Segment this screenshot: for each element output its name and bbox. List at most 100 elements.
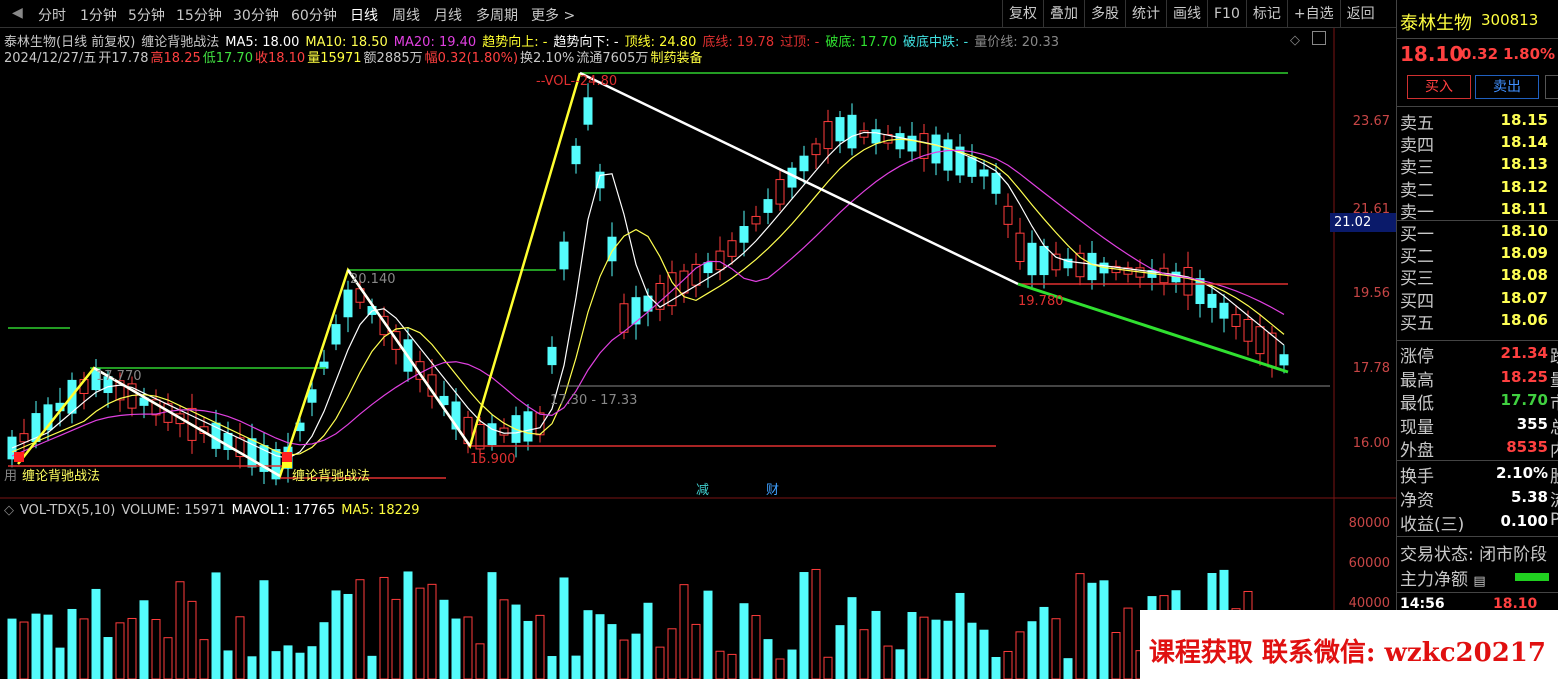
bid-row[interactable]: 买二 18.09: [1400, 242, 1558, 267]
back-button[interactable]: 返回: [1339, 0, 1381, 28]
volume-bar: [583, 610, 593, 679]
volume-bar: [259, 580, 269, 679]
ask-row[interactable]: 卖三 18.13: [1400, 153, 1558, 178]
period-multi[interactable]: 多周期: [476, 5, 518, 25]
break-mid-value: 破底中跌: -: [903, 35, 969, 50]
volume-bar: [607, 624, 617, 679]
trade-more-button[interactable]: [1545, 75, 1558, 99]
stats-button[interactable]: 统计: [1125, 0, 1166, 28]
sell-button[interactable]: 卖出: [1475, 75, 1539, 99]
bid-row[interactable]: 买一 18.10: [1400, 220, 1558, 245]
bid-row[interactable]: 买五 18.06: [1400, 309, 1558, 334]
f10-button[interactable]: F10: [1207, 0, 1246, 28]
vol-ma5: MA5: 18229: [341, 503, 420, 518]
period-30min[interactable]: 30分钟: [233, 5, 279, 25]
volume-bar: [223, 650, 233, 679]
period-intraday[interactable]: 分时: [38, 5, 66, 25]
strategy-tag-2: 缠论背驰战法: [292, 468, 370, 484]
period-60min[interactable]: 60分钟: [291, 5, 337, 25]
period-1min[interactable]: 1分钟: [80, 5, 117, 25]
add-watchlist-button[interactable]: +自选: [1286, 0, 1340, 28]
candle: [523, 411, 533, 442]
candle: [847, 114, 857, 149]
volume-bar: [175, 581, 185, 679]
volume-bar: [319, 622, 329, 679]
buy-button[interactable]: 买入: [1407, 75, 1471, 99]
ask-row[interactable]: 卖五 18.15: [1400, 109, 1558, 134]
pivot-label-2: 17.770: [96, 369, 142, 384]
volume-bar: [991, 656, 1001, 679]
volume-bar: [271, 651, 281, 679]
volume-bar: [943, 620, 953, 679]
stat-extra: 市: [1550, 389, 1558, 414]
order-level-price: 18.12: [1500, 177, 1548, 196]
volume-bar: [1063, 658, 1073, 679]
volume-bar: [619, 639, 629, 679]
scroll-left-icon[interactable]: ◀: [12, 5, 23, 21]
candle: [811, 143, 821, 156]
period-daily[interactable]: 日线: [350, 5, 378, 25]
volume-bar: [799, 572, 809, 679]
period-monthly[interactable]: 月线: [434, 5, 462, 25]
overlay-button[interactable]: 叠加: [1043, 0, 1084, 28]
candle: [835, 117, 845, 142]
draw-button[interactable]: 画线: [1166, 0, 1207, 28]
ask-row[interactable]: 卖二 18.12: [1400, 176, 1558, 201]
volume-bar: [7, 618, 17, 679]
order-level-price: 18.10: [1500, 222, 1548, 240]
stat-extra: 跌: [1550, 342, 1558, 367]
period-5min[interactable]: 5分钟: [128, 5, 165, 25]
volume-bar: [715, 650, 725, 679]
quote-date: 2024/12/27/五: [4, 51, 97, 66]
price-axis-label: 17.78: [1352, 361, 1390, 376]
candle: [583, 97, 593, 125]
diamond-icon[interactable]: ◇: [1290, 33, 1300, 48]
candle: [499, 427, 509, 436]
candle: [907, 135, 917, 152]
stat-extra: 量: [1550, 366, 1558, 391]
list-icon[interactable]: ▤: [1473, 574, 1485, 589]
ask-row[interactable]: 卖一 18.11: [1400, 198, 1558, 223]
low-label: 15.900: [470, 452, 516, 467]
collapse-icon[interactable]: ◇: [4, 503, 14, 518]
quote-amount: 额2885万: [363, 51, 423, 66]
price-axis-label: 23.67: [1352, 114, 1390, 129]
volume-bar: [43, 614, 53, 679]
candle: [967, 157, 977, 177]
volume-bar: [127, 617, 137, 679]
quote-volume: 量15971: [307, 51, 362, 66]
period-weekly[interactable]: 周线: [392, 5, 420, 25]
maximize-icon[interactable]: [1312, 31, 1326, 45]
volume-bar: [391, 598, 401, 679]
mark-button[interactable]: 标记: [1245, 0, 1287, 28]
volume-bar: [439, 599, 449, 679]
volume-bar: [751, 615, 761, 679]
period-15min[interactable]: 15分钟: [176, 5, 222, 25]
stat-extra: 总: [1550, 413, 1558, 438]
volume-bar: [847, 597, 857, 679]
kline-chart[interactable]: --VOL--24.80 20.140 17.770 15.900 17.30 …: [0, 28, 1396, 679]
volume-bar: [475, 643, 485, 679]
candle: [895, 133, 905, 150]
bid-row[interactable]: 买三 18.08: [1400, 264, 1558, 289]
volume-bar: [103, 637, 113, 679]
volume-bar: [979, 629, 989, 679]
side-pct: 1.80%: [1503, 45, 1556, 63]
zigzag-down-2: [346, 269, 472, 447]
over-top-value: 过顶: -: [780, 35, 820, 50]
vol-indicator-name[interactable]: VOL-TDX(5,10): [20, 503, 115, 518]
candle: [1039, 245, 1049, 276]
period-more[interactable]: 更多 >: [531, 5, 575, 25]
ask-row[interactable]: 卖四 18.14: [1400, 131, 1558, 156]
adjust-button[interactable]: 复权: [1002, 0, 1043, 28]
volume-bar: [355, 579, 365, 679]
bid-row[interactable]: 买四 18.07: [1400, 287, 1558, 312]
volume-bar: [343, 593, 353, 679]
candle: [775, 179, 785, 205]
order-level-price: 18.15: [1500, 111, 1548, 129]
quote-sector[interactable]: 制药装备: [650, 51, 702, 66]
multi-stock-button[interactable]: 多股: [1084, 0, 1125, 28]
candle: [931, 134, 941, 164]
trade-status: 交易状态: 闭市阶段: [1400, 545, 1548, 565]
volume-bar: [1051, 618, 1061, 679]
